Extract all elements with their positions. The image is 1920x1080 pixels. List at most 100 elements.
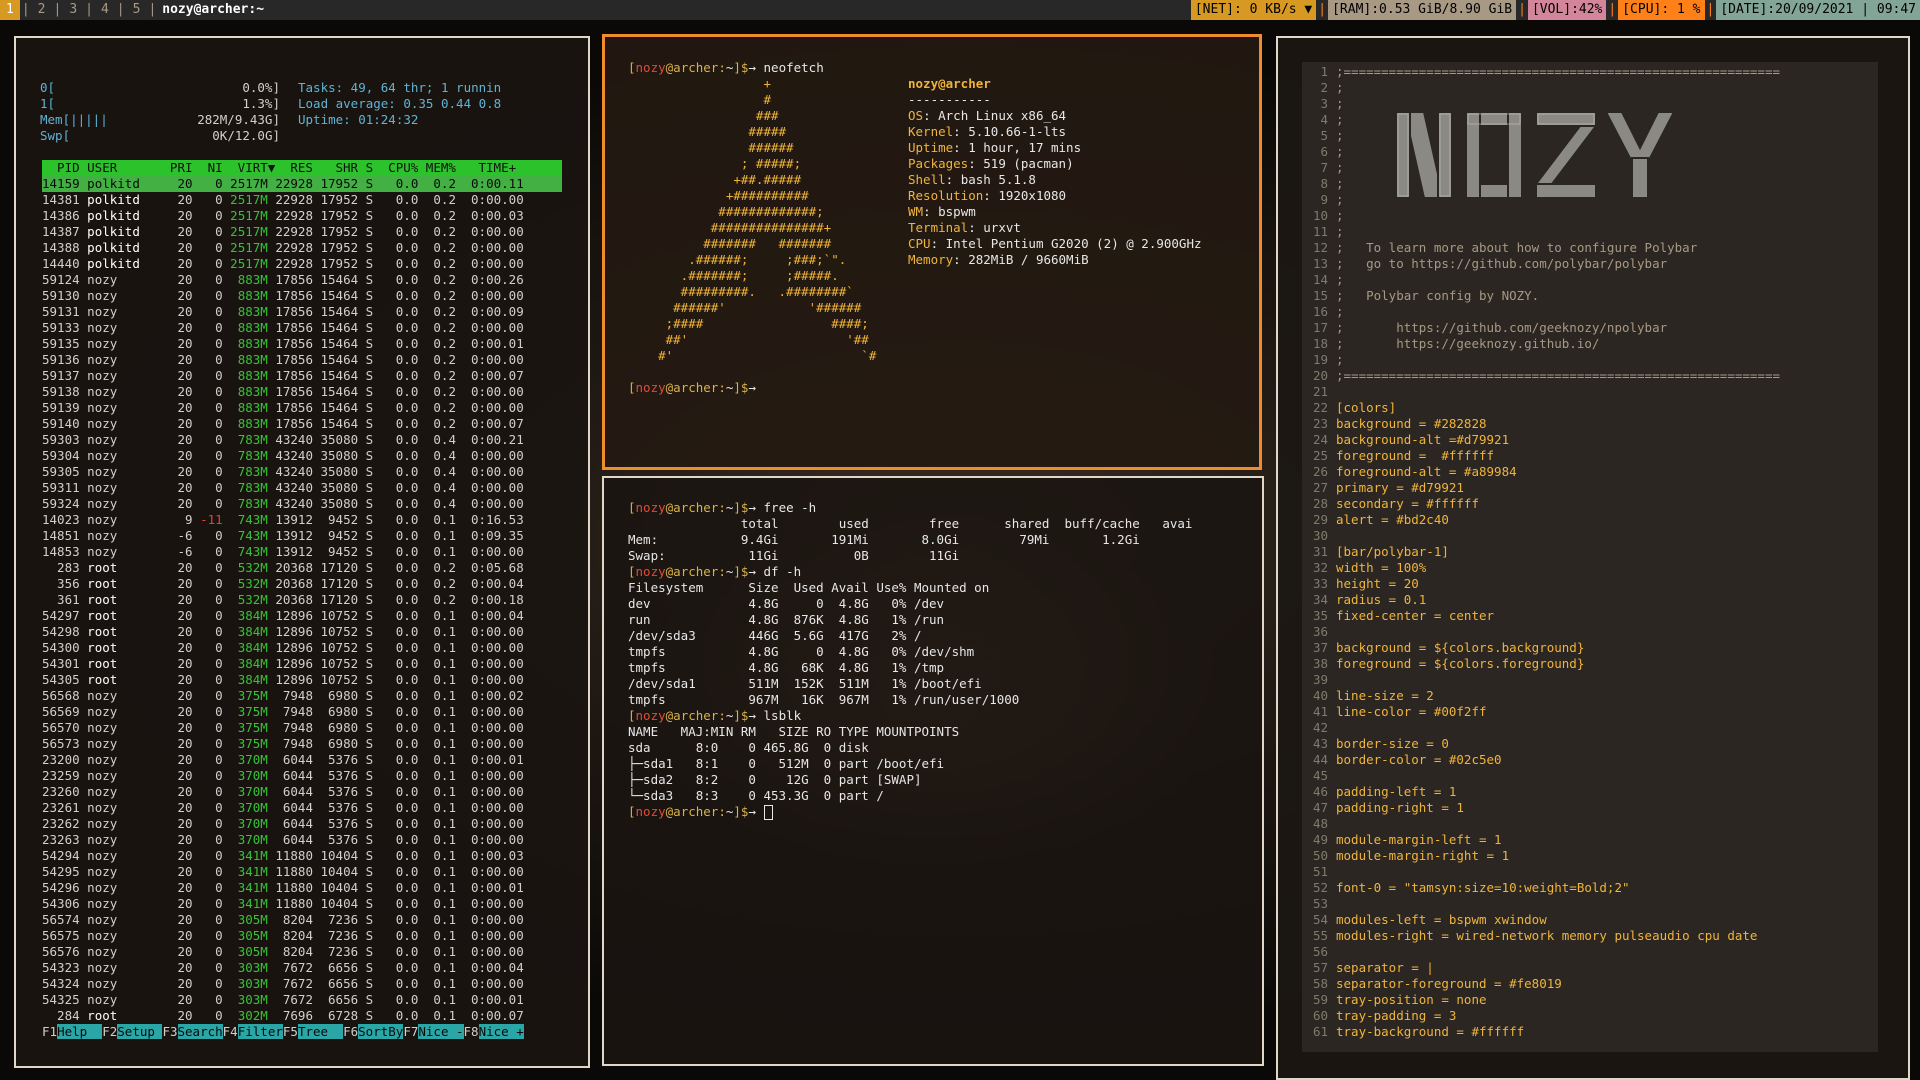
workspace-1[interactable]: 1 xyxy=(0,0,20,20)
process-row[interactable]: 54294 nozy 20 0 341M 11880 10404 S 0.0 0… xyxy=(42,848,562,864)
process-row[interactable]: 14159 polkitd 20 0 2517M 22928 17952 S 0… xyxy=(42,176,562,192)
fkey-label[interactable]: Nice + xyxy=(478,1024,524,1039)
process-row[interactable]: 56575 nozy 20 0 305M 8204 7236 S 0.0 0.1… xyxy=(42,928,562,944)
process-row[interactable]: 59135 nozy 20 0 883M 17856 15464 S 0.0 0… xyxy=(42,336,562,352)
process-row[interactable]: 361 root 20 0 532M 20368 17120 S 0.0 0.2… xyxy=(42,592,562,608)
process-row[interactable]: 14440 polkitd 20 0 2517M 22928 17952 S 0… xyxy=(42,256,562,272)
fkey-F3[interactable]: F3 xyxy=(162,1024,177,1039)
process-row[interactable]: 59131 nozy 20 0 883M 17856 15464 S 0.0 0… xyxy=(42,304,562,320)
terminal-cursor[interactable] xyxy=(763,805,773,820)
process-row[interactable]: 56570 nozy 20 0 375M 7948 6980 S 0.0 0.1… xyxy=(42,720,562,736)
meter-row: 1[1.3%] xyxy=(40,96,280,112)
process-cell-cpu: 0.0 xyxy=(373,496,419,511)
process-cell-virt: 883M xyxy=(222,336,268,351)
workspace-5[interactable]: 5 xyxy=(127,0,147,20)
fkey-label[interactable]: Search xyxy=(177,1024,223,1039)
process-row[interactable]: 54295 nozy 20 0 341M 11880 10404 S 0.0 0… xyxy=(42,864,562,880)
line-number: 54 xyxy=(1312,912,1328,927)
process-row[interactable]: 59124 nozy 20 0 883M 17856 15464 S 0.0 0… xyxy=(42,272,562,288)
process-row[interactable]: 54306 nozy 20 0 341M 11880 10404 S 0.0 0… xyxy=(42,896,562,912)
process-row[interactable]: 59324 nozy 20 0 783M 43240 35080 S 0.0 0… xyxy=(42,496,562,512)
process-row[interactable]: 54298 root 20 0 384M 12896 10752 S 0.0 0… xyxy=(42,624,562,640)
process-row[interactable]: 284 root 20 0 302M 7696 6728 S 0.0 0.1 0… xyxy=(42,1008,562,1024)
fkey-F6[interactable]: F6 xyxy=(343,1024,358,1039)
fkey-F7[interactable]: F7 xyxy=(403,1024,418,1039)
process-table[interactable]: 14159 polkitd 20 0 2517M 22928 17952 S 0… xyxy=(42,176,562,1024)
workspace-2[interactable]: 2 xyxy=(32,0,52,20)
fkey-label[interactable]: Setup xyxy=(117,1024,163,1039)
process-row[interactable]: 54300 root 20 0 384M 12896 10752 S 0.0 0… xyxy=(42,640,562,656)
fkey-F8[interactable]: F8 xyxy=(464,1024,479,1039)
process-cell-pri: 20 xyxy=(162,208,193,223)
process-row[interactable]: 283 root 20 0 532M 20368 17120 S 0.0 0.2… xyxy=(42,560,562,576)
process-row[interactable]: 14381 polkitd 20 0 2517M 22928 17952 S 0… xyxy=(42,192,562,208)
process-row[interactable]: 23261 nozy 20 0 370M 6044 5376 S 0.0 0.1… xyxy=(42,800,562,816)
process-cell-res: 7672 xyxy=(267,976,313,991)
info-value: bspwm xyxy=(938,204,976,219)
fkey-label[interactable]: Filter xyxy=(237,1024,283,1039)
fkey-label[interactable]: Tree xyxy=(297,1024,344,1039)
process-row[interactable]: 59140 nozy 20 0 883M 17856 15464 S 0.0 0… xyxy=(42,416,562,432)
process-row[interactable]: 59311 nozy 20 0 783M 43240 35080 S 0.0 0… xyxy=(42,480,562,496)
process-row[interactable]: 56568 nozy 20 0 375M 7948 6980 S 0.0 0.1… xyxy=(42,688,562,704)
process-row[interactable]: 23263 nozy 20 0 370M 6044 5376 S 0.0 0.1… xyxy=(42,832,562,848)
process-row[interactable]: 59137 nozy 20 0 883M 17856 15464 S 0.0 0… xyxy=(42,368,562,384)
process-row[interactable]: 23200 nozy 20 0 370M 6044 5376 S 0.0 0.1… xyxy=(42,752,562,768)
process-row[interactable]: 14851 nozy -6 0 743M 13912 9452 S 0.0 0.… xyxy=(42,528,562,544)
process-row[interactable]: 54325 nozy 20 0 303M 7672 6656 S 0.0 0.1… xyxy=(42,992,562,1008)
workspace-4[interactable]: 4 xyxy=(95,0,115,20)
process-cell-pid: 54305 xyxy=(42,672,80,687)
process-row[interactable]: 54323 nozy 20 0 303M 7672 6656 S 0.0 0.1… xyxy=(42,960,562,976)
process-row[interactable]: 56576 nozy 20 0 305M 8204 7236 S 0.0 0.1… xyxy=(42,944,562,960)
process-row[interactable]: 59133 nozy 20 0 883M 17856 15464 S 0.0 0… xyxy=(42,320,562,336)
process-row[interactable]: 14023 nozy 9 -11 743M 13912 9452 S 0.0 0… xyxy=(42,512,562,528)
config-line: 21 xyxy=(1302,384,1878,400)
process-row[interactable]: 59303 nozy 20 0 783M 43240 35080 S 0.0 0… xyxy=(42,432,562,448)
process-row[interactable]: 14853 nozy -6 0 743M 13912 9452 S 0.0 0.… xyxy=(42,544,562,560)
process-cell-shr: 6656 xyxy=(312,960,359,975)
process-row[interactable]: 54324 nozy 20 0 303M 7672 6656 S 0.0 0.1… xyxy=(42,976,562,992)
process-row[interactable]: 23262 nozy 20 0 370M 6044 5376 S 0.0 0.1… xyxy=(42,816,562,832)
process-cell-mem: 0.4 xyxy=(418,448,456,463)
process-row[interactable]: 23259 nozy 20 0 370M 6044 5376 S 0.0 0.1… xyxy=(42,768,562,784)
fkey-F1[interactable]: F1 xyxy=(42,1024,57,1039)
config-text: [bar/polybar-1] xyxy=(1336,544,1449,559)
process-row[interactable]: 14387 polkitd 20 0 2517M 22928 17952 S 0… xyxy=(42,224,562,240)
process-row[interactable]: 59130 nozy 20 0 883M 17856 15464 S 0.0 0… xyxy=(42,288,562,304)
fkey-F2[interactable]: F2 xyxy=(102,1024,117,1039)
process-cell-shr: 15464 xyxy=(312,352,359,367)
process-row[interactable]: 56569 nozy 20 0 375M 7948 6980 S 0.0 0.1… xyxy=(42,704,562,720)
process-row[interactable]: 59304 nozy 20 0 783M 43240 35080 S 0.0 0… xyxy=(42,448,562,464)
meter-label: 0[ xyxy=(40,80,56,95)
fkey-F5[interactable]: F5 xyxy=(283,1024,298,1039)
process-row[interactable]: 59138 nozy 20 0 883M 17856 15464 S 0.0 0… xyxy=(42,384,562,400)
line-number: 14 xyxy=(1312,272,1328,287)
process-cell-mem: 0.1 xyxy=(418,736,456,751)
process-cell-res: 20368 xyxy=(267,560,313,575)
polybar-config-editor[interactable]: 1 ;======================================… xyxy=(1302,62,1878,1052)
process-row[interactable]: 54296 nozy 20 0 341M 11880 10404 S 0.0 0… xyxy=(42,880,562,896)
workspace-3[interactable]: 3 xyxy=(63,0,83,20)
fkey-label[interactable]: Nice - xyxy=(418,1024,464,1039)
process-row[interactable]: 59136 nozy 20 0 883M 17856 15464 S 0.0 0… xyxy=(42,352,562,368)
process-row[interactable]: 23260 nozy 20 0 370M 6044 5376 S 0.0 0.1… xyxy=(42,784,562,800)
process-row[interactable]: 356 root 20 0 532M 20368 17120 S 0.0 0.2… xyxy=(42,576,562,592)
process-row[interactable]: 59305 nozy 20 0 783M 43240 35080 S 0.0 0… xyxy=(42,464,562,480)
fkey-label[interactable]: SortBy xyxy=(358,1024,404,1039)
process-row[interactable]: 54297 root 20 0 384M 12896 10752 S 0.0 0… xyxy=(42,608,562,624)
process-cell-pid: 361 xyxy=(42,592,80,607)
fkey-F4[interactable]: F4 xyxy=(223,1024,238,1039)
process-row[interactable]: 14388 polkitd 20 0 2517M 22928 17952 S 0… xyxy=(42,240,562,256)
process-row[interactable]: 54305 root 20 0 384M 12896 10752 S 0.0 0… xyxy=(42,672,562,688)
process-cell-time: 0:00.21 xyxy=(455,432,524,447)
process-cell-virt: 370M xyxy=(222,768,268,783)
process-row[interactable]: 14386 polkitd 20 0 2517M 22928 17952 S 0… xyxy=(42,208,562,224)
process-table-header[interactable]: PID USER PRI NI VIRT▼ RES SHR S CPU% MEM… xyxy=(42,160,562,176)
fkey-label[interactable]: Help xyxy=(57,1024,103,1039)
process-row[interactable]: 59139 nozy 20 0 883M 17856 15464 S 0.0 0… xyxy=(42,400,562,416)
focused-window-title: nozy@archer:~ xyxy=(162,2,265,17)
process-row[interactable]: 56573 nozy 20 0 375M 7948 6980 S 0.0 0.1… xyxy=(42,736,562,752)
process-row[interactable]: 56574 nozy 20 0 305M 8204 7236 S 0.0 0.1… xyxy=(42,912,562,928)
process-row[interactable]: 54301 root 20 0 384M 12896 10752 S 0.0 0… xyxy=(42,656,562,672)
process-cell-ni: 0 xyxy=(192,240,223,255)
